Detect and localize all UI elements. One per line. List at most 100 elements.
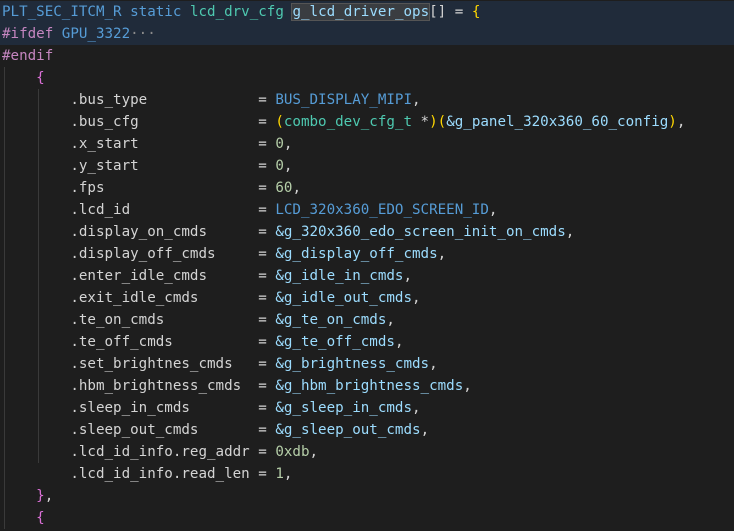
code-token: [] bbox=[429, 4, 447, 20]
code-token: .exit_idle_cmds = bbox=[2, 290, 276, 306]
code-token: .te_on_cmds = bbox=[2, 312, 276, 328]
code-token: , bbox=[420, 422, 430, 438]
code-line[interactable]: .hbm_brightness_cmds = &g_hbm_brightness… bbox=[0, 375, 734, 397]
code-line[interactable]: .lcd_id = LCD_320x360_EDO_SCREEN_ID, bbox=[0, 199, 734, 221]
code-token: .display_on_cmds = bbox=[2, 224, 276, 240]
code-token: 1 bbox=[275, 466, 284, 482]
code-token: , bbox=[386, 312, 395, 328]
code-token: LCD_320x360_EDO_SCREEN_ID bbox=[275, 202, 489, 218]
code-token: &g_brightness_cmds bbox=[275, 356, 430, 372]
code-token: , bbox=[412, 400, 421, 416]
code-token: , bbox=[412, 290, 421, 306]
code-line[interactable]: #ifdef GPU_3322··· bbox=[0, 23, 734, 45]
code-token: , bbox=[394, 334, 404, 350]
code-token: &g_sleep_out_cmds bbox=[275, 422, 421, 438]
code-token: g_lcd_driver_ops bbox=[291, 3, 431, 21]
code-token: * bbox=[412, 114, 430, 130]
code-token: static bbox=[130, 4, 182, 20]
code-token: &g_te_on_cmds bbox=[275, 312, 387, 328]
code-token: = bbox=[446, 4, 472, 20]
code-token: , bbox=[283, 466, 293, 482]
code-token: , bbox=[488, 202, 498, 218]
code-line[interactable]: .sleep_in_cmds = &g_sleep_in_cmds, bbox=[0, 397, 734, 419]
code-token: ( bbox=[437, 114, 447, 130]
code-token: &g_panel_320x360_60_config bbox=[446, 114, 669, 130]
code-token: combo_dev_cfg_t bbox=[283, 114, 413, 130]
code-token: 0 bbox=[275, 136, 284, 152]
code-line[interactable]: .lcd_id_info.read_len = 1, bbox=[0, 463, 734, 485]
code-token: &g_idle_in_cmds bbox=[275, 268, 404, 284]
code-token: .set_brightnes_cmds = bbox=[2, 356, 276, 372]
code-token: PLT_SEC_ITCM_R bbox=[2, 4, 122, 20]
code-token: , bbox=[412, 92, 421, 108]
code-token: &g_sleep_in_cmds bbox=[275, 400, 413, 416]
code-line[interactable]: .enter_idle_cmds = &g_idle_in_cmds, bbox=[0, 265, 734, 287]
code-token: BUS_DISPLAY_MIPI bbox=[275, 92, 413, 108]
code-token: #endif bbox=[2, 48, 54, 64]
code-token: .lcd_id_info.read_len = bbox=[2, 466, 276, 482]
code-token: &g_hbm_brightness_cmds bbox=[275, 378, 464, 394]
code-token: .enter_idle_cmds = bbox=[2, 268, 276, 284]
code-line[interactable]: .x_start = 0, bbox=[0, 133, 734, 155]
code-token: .y_start = bbox=[2, 158, 276, 174]
code-line[interactable]: PLT_SEC_ITCM_R static lcd_drv_cfg g_lcd_… bbox=[0, 1, 734, 23]
code-line[interactable]: }, bbox=[0, 485, 734, 507]
code-line[interactable]: .te_off_cmds = &g_te_off_cmds, bbox=[0, 331, 734, 353]
code-token: .x_start = bbox=[2, 136, 276, 152]
code-token: 0 bbox=[275, 158, 284, 174]
code-token: , bbox=[676, 114, 686, 130]
code-editor[interactable]: PLT_SEC_ITCM_R static lcd_drv_cfg g_lcd_… bbox=[0, 0, 734, 531]
code-line[interactable]: .bus_cfg = (combo_dev_cfg_t *)(&g_panel_… bbox=[0, 111, 734, 133]
code-token: &g_display_off_cmds bbox=[275, 246, 438, 262]
code-line[interactable]: .set_brightnes_cmds = &g_brightness_cmds… bbox=[0, 353, 734, 375]
code-token: , bbox=[565, 224, 575, 240]
code-token: .bus_type = bbox=[2, 92, 276, 108]
code-line[interactable]: .display_on_cmds = &g_320x360_edo_screen… bbox=[0, 221, 734, 243]
code-token: , bbox=[403, 268, 413, 284]
code-token: &g_320x360_edo_screen_init_on_cmds bbox=[275, 224, 566, 240]
code-token: &g_idle_out_cmds bbox=[275, 290, 413, 306]
code-token: .te_off_cmds = bbox=[2, 334, 276, 350]
code-token: } bbox=[36, 488, 45, 504]
code-token: { bbox=[471, 4, 481, 20]
code-token: 60 bbox=[275, 180, 293, 196]
code-token: #ifdef bbox=[2, 26, 54, 42]
code-line[interactable]: .bus_type = BUS_DISPLAY_MIPI, bbox=[0, 89, 734, 111]
code-token: , bbox=[44, 488, 54, 504]
code-token: .lcd_id = bbox=[2, 202, 276, 218]
code-line[interactable]: .y_start = 0, bbox=[0, 155, 734, 177]
code-token: &g_te_off_cmds bbox=[275, 334, 395, 350]
code-token: GPU_3322 bbox=[61, 26, 131, 42]
code-token: , bbox=[309, 444, 319, 460]
code-token: ) bbox=[668, 114, 677, 130]
code-token: { bbox=[36, 510, 45, 526]
code-token: , bbox=[283, 136, 293, 152]
code-line[interactable]: .exit_idle_cmds = &g_idle_out_cmds, bbox=[0, 287, 734, 309]
code-token: ( bbox=[275, 114, 284, 130]
code-line[interactable]: #endif bbox=[0, 45, 734, 67]
code-token: .lcd_id_info.reg_addr = bbox=[2, 444, 276, 460]
code-token: .bus_cfg = bbox=[2, 114, 276, 130]
code-token: , bbox=[429, 356, 438, 372]
code-token: .fps = bbox=[2, 180, 276, 196]
code-line[interactable]: .display_off_cmds = &g_display_off_cmds, bbox=[0, 243, 734, 265]
code-token: , bbox=[437, 246, 447, 262]
folded-region-marker[interactable]: ··· bbox=[130, 26, 156, 42]
code-token: { bbox=[36, 70, 45, 86]
code-line[interactable]: .lcd_id_info.reg_addr = 0xdb, bbox=[0, 441, 734, 463]
code-line[interactable]: .sleep_out_cmds = &g_sleep_out_cmds, bbox=[0, 419, 734, 441]
code-token: .display_off_cmds = bbox=[2, 246, 276, 262]
code-token: ) bbox=[429, 114, 438, 130]
code-token: .sleep_in_cmds = bbox=[2, 400, 276, 416]
code-token: .sleep_out_cmds = bbox=[2, 422, 276, 438]
code-line[interactable]: { bbox=[0, 67, 734, 89]
code-line[interactable]: { bbox=[0, 507, 734, 529]
code-line[interactable]: .fps = 60, bbox=[0, 177, 734, 199]
code-token: .hbm_brightness_cmds = bbox=[2, 378, 276, 394]
code-token: , bbox=[292, 180, 301, 196]
code-line[interactable]: .te_on_cmds = &g_te_on_cmds, bbox=[0, 309, 734, 331]
